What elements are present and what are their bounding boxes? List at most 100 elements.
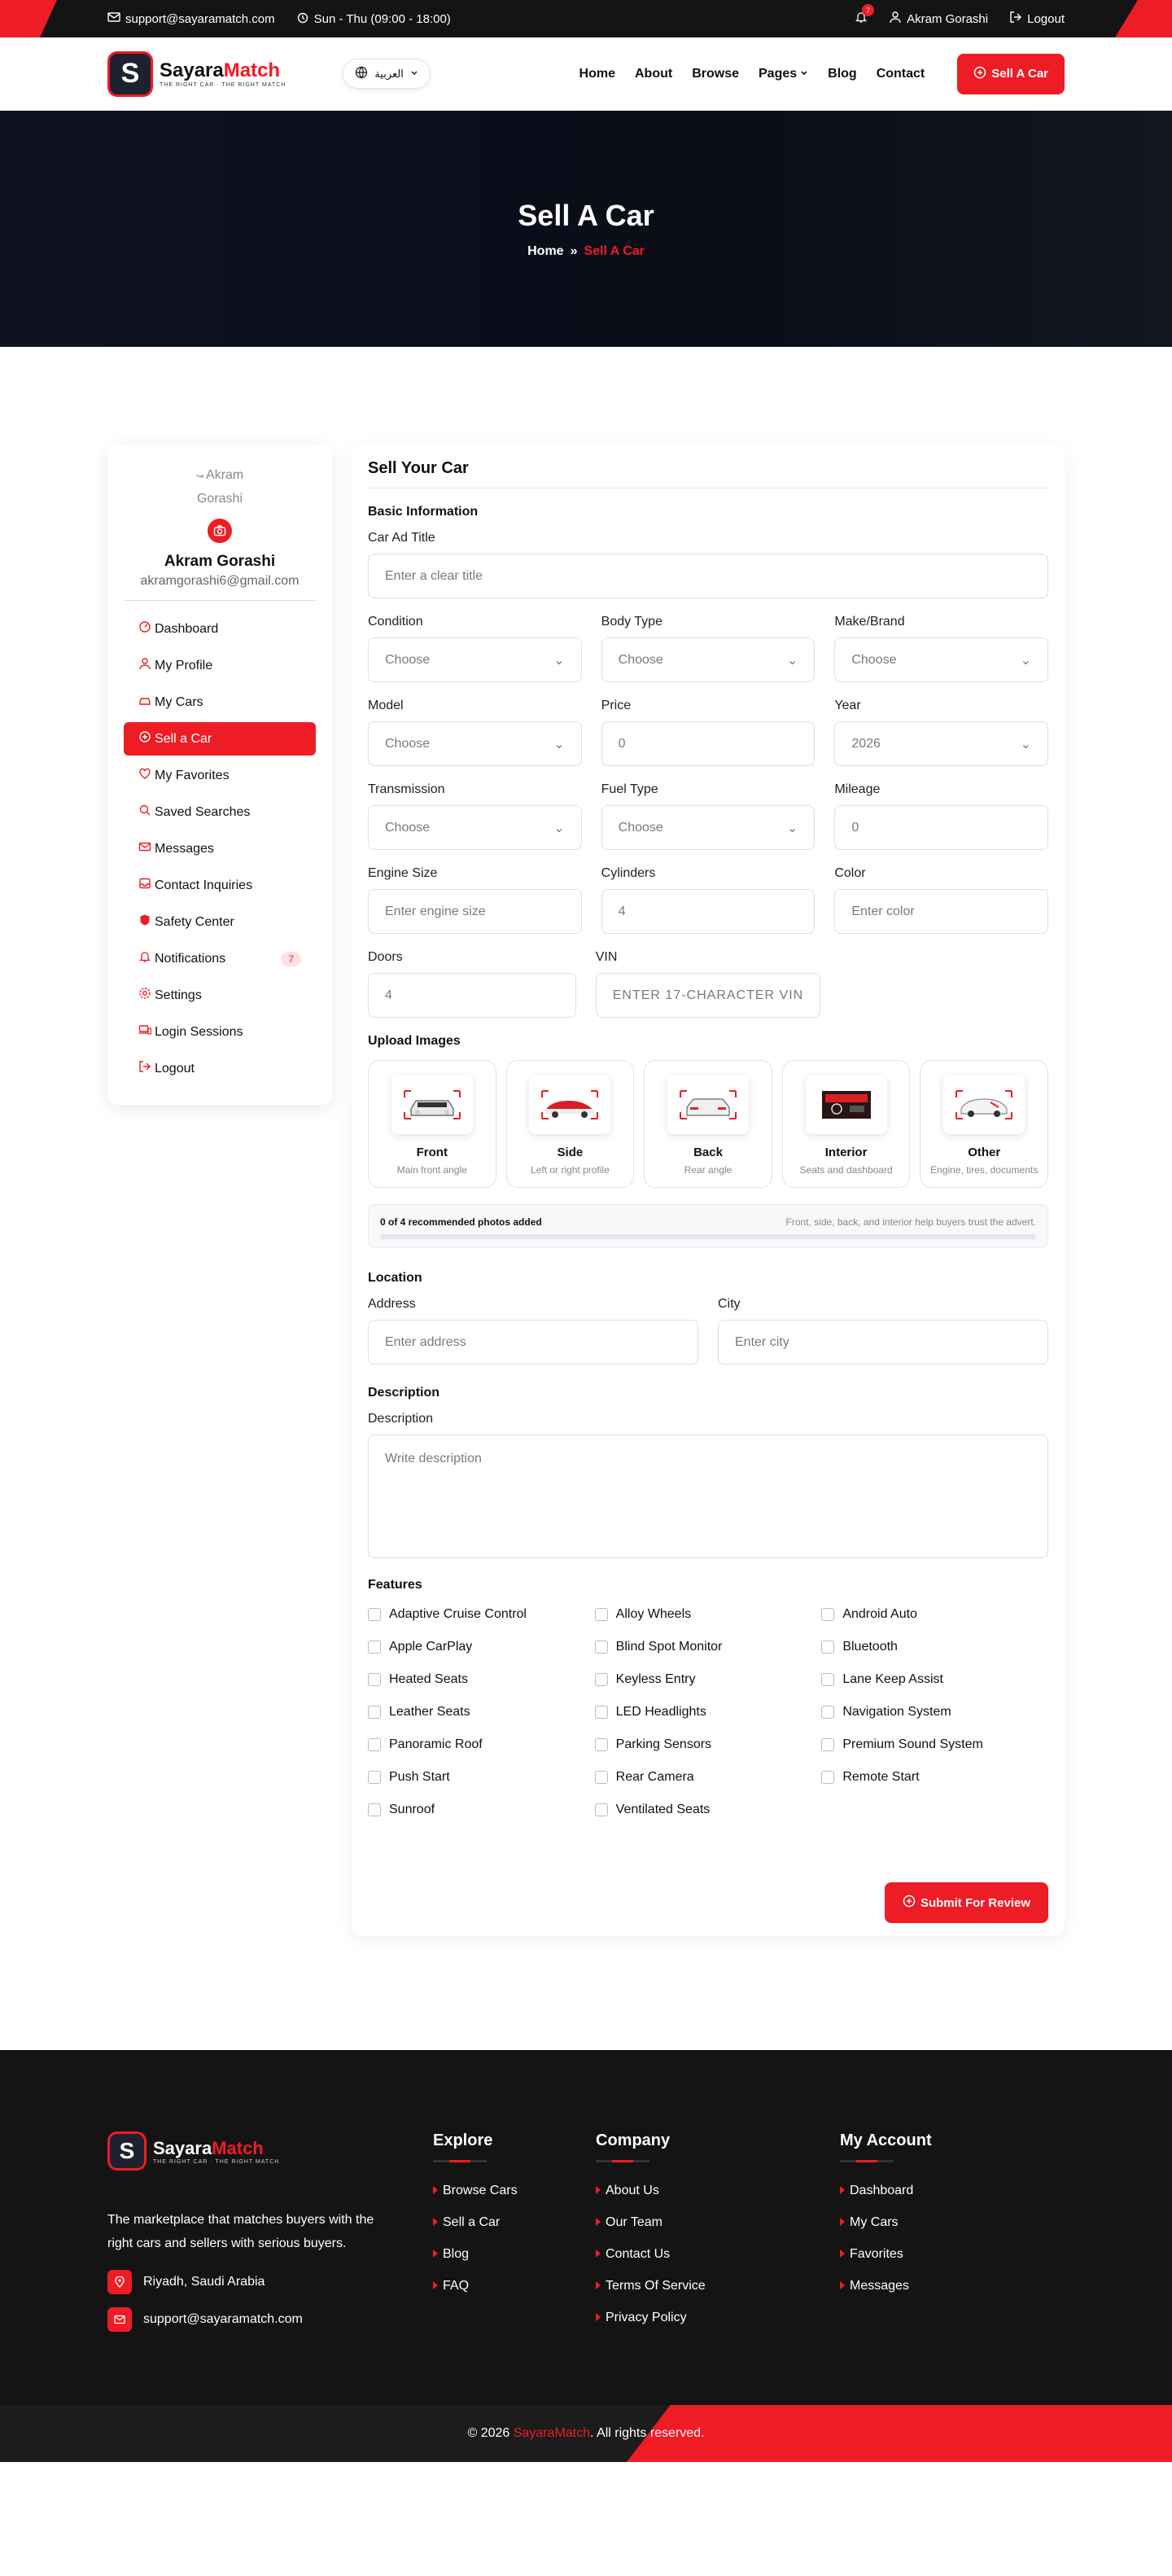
feature-checkbox[interactable] bbox=[368, 1771, 381, 1784]
footer-link[interactable]: Favorites bbox=[840, 2247, 1003, 2262]
vin-input[interactable]: ENTER 17-CHARACTER VIN bbox=[595, 973, 821, 1018]
feature-checkbox[interactable] bbox=[821, 1738, 835, 1751]
feature-checkbox[interactable] bbox=[594, 1706, 608, 1719]
nav-blog[interactable]: Blog bbox=[828, 67, 857, 81]
feature-option[interactable]: Android Auto bbox=[821, 1607, 1048, 1622]
feature-checkbox[interactable] bbox=[368, 1706, 381, 1719]
fuel-type-select[interactable]: Choose ⌄ bbox=[601, 805, 816, 850]
topbar-email[interactable]: support@sayaramatch.com bbox=[107, 11, 275, 27]
feature-option[interactable]: Remote Start bbox=[821, 1770, 1048, 1785]
price-input[interactable]: 0 bbox=[601, 721, 816, 766]
feature-checkbox[interactable] bbox=[594, 1803, 608, 1816]
notification-bell-icon[interactable]: 7 bbox=[855, 4, 875, 27]
sidebar-item-sell-a-car[interactable]: Sell a Car bbox=[124, 722, 316, 756]
footer-email[interactable]: support@sayaramatch.com bbox=[107, 2307, 433, 2332]
feature-checkbox[interactable] bbox=[594, 1673, 608, 1686]
sell-car-button[interactable]: Sell A Car bbox=[957, 53, 1065, 94]
feature-checkbox[interactable] bbox=[368, 1608, 381, 1621]
city-input[interactable]: Enter city bbox=[718, 1320, 1048, 1365]
feature-checkbox[interactable] bbox=[594, 1771, 608, 1784]
year-select[interactable]: 2026 ⌄ bbox=[834, 721, 1048, 766]
feature-option[interactable]: Ventilated Seats bbox=[594, 1803, 822, 1817]
feature-checkbox[interactable] bbox=[821, 1771, 835, 1784]
sidebar-item-messages[interactable]: Messages bbox=[124, 832, 316, 865]
footer-logo[interactable]: S SayaraMatch THE RIGHT CAR · THE RIGHT M… bbox=[107, 2131, 433, 2171]
feature-option[interactable]: Parking Sensors bbox=[594, 1737, 822, 1752]
feature-option[interactable]: Push Start bbox=[368, 1770, 595, 1785]
change-avatar-camera-icon[interactable] bbox=[208, 519, 232, 543]
doors-input[interactable]: 4 bbox=[368, 973, 576, 1018]
language-selector[interactable]: العربية bbox=[343, 59, 431, 89]
feature-checkbox[interactable] bbox=[821, 1673, 835, 1686]
feature-option[interactable]: Apple CarPlay bbox=[368, 1640, 595, 1654]
footer-link[interactable]: Privacy Policy bbox=[596, 2311, 840, 2325]
feature-checkbox[interactable] bbox=[368, 1738, 381, 1751]
footer-link[interactable]: My Cars bbox=[840, 2215, 1003, 2230]
feature-checkbox[interactable] bbox=[821, 1706, 835, 1719]
feature-option[interactable]: Alloy Wheels bbox=[594, 1607, 822, 1622]
footer-link[interactable]: Sell a Car bbox=[433, 2215, 596, 2230]
footer-link[interactable]: Blog bbox=[433, 2247, 596, 2262]
transmission-select[interactable]: Choose ⌄ bbox=[368, 805, 582, 850]
feature-option[interactable]: Premium Sound System bbox=[821, 1737, 1048, 1752]
feature-option[interactable]: Sunroof bbox=[368, 1803, 595, 1817]
ad-title-input[interactable]: Enter a clear title bbox=[368, 554, 1048, 598]
sidebar-item-settings[interactable]: Settings bbox=[124, 979, 316, 1012]
breadcrumb-home[interactable]: Home bbox=[527, 244, 563, 259]
feature-option[interactable]: Navigation System bbox=[821, 1705, 1048, 1720]
feature-option[interactable]: LED Headlights bbox=[594, 1705, 822, 1720]
feature-option[interactable]: Blind Spot Monitor bbox=[594, 1640, 822, 1654]
upload-card-side[interactable]: Side Left or right profile bbox=[505, 1060, 635, 1188]
upload-card-back[interactable]: Back Rear angle bbox=[644, 1060, 772, 1188]
body-type-select[interactable]: Choose ⌄ bbox=[601, 637, 816, 682]
nav-pages[interactable]: Pages bbox=[759, 67, 808, 81]
feature-checkbox[interactable] bbox=[368, 1673, 381, 1686]
feature-option[interactable]: Rear Camera bbox=[594, 1770, 822, 1785]
sidebar-item-saved-searches[interactable]: Saved Searches bbox=[124, 795, 316, 829]
feature-checkbox[interactable] bbox=[594, 1641, 608, 1654]
sidebar-item-contact-inquiries[interactable]: Contact Inquiries bbox=[124, 869, 316, 902]
description-textarea[interactable]: Write description bbox=[368, 1435, 1048, 1558]
feature-checkbox[interactable] bbox=[821, 1641, 835, 1654]
feature-option[interactable]: Bluetooth bbox=[821, 1640, 1048, 1654]
model-select[interactable]: Choose ⌄ bbox=[368, 721, 582, 766]
sidebar-item-safety-center[interactable]: Safety Center bbox=[124, 905, 316, 939]
make-select[interactable]: Choose ⌄ bbox=[834, 637, 1048, 682]
feature-checkbox[interactable] bbox=[368, 1803, 381, 1816]
upload-card-front[interactable]: Front Main front angle bbox=[368, 1060, 496, 1188]
sidebar-item-my-favorites[interactable]: My Favorites bbox=[124, 759, 316, 792]
cylinders-input[interactable]: 4 bbox=[601, 889, 816, 934]
footer-link[interactable]: Browse Cars bbox=[433, 2184, 596, 2198]
feature-checkbox[interactable] bbox=[821, 1608, 835, 1621]
logo[interactable]: S SayaraMatch THE RIGHT CAR · THE RIGHT … bbox=[107, 50, 286, 97]
footer-link[interactable]: About Us bbox=[596, 2184, 840, 2198]
footer-link[interactable]: FAQ bbox=[433, 2279, 596, 2293]
footer-link[interactable]: Messages bbox=[840, 2279, 1003, 2293]
feature-checkbox[interactable] bbox=[594, 1608, 608, 1621]
footer-link[interactable]: Terms Of Service bbox=[596, 2279, 840, 2293]
feature-checkbox[interactable] bbox=[594, 1738, 608, 1751]
feature-option[interactable]: Heated Seats bbox=[368, 1672, 595, 1687]
nav-browse[interactable]: Browse bbox=[692, 67, 739, 81]
sidebar-item-logout[interactable]: Logout bbox=[124, 1052, 316, 1085]
engine-size-input[interactable]: Enter engine size bbox=[368, 889, 582, 934]
sidebar-item-notifications[interactable]: Notifications 7 bbox=[124, 942, 316, 975]
footer-link[interactable]: Contact Us bbox=[596, 2247, 840, 2262]
address-input[interactable]: Enter address bbox=[368, 1320, 698, 1365]
sidebar-item-dashboard[interactable]: Dashboard bbox=[124, 612, 316, 646]
feature-option[interactable]: Adaptive Cruise Control bbox=[368, 1607, 595, 1622]
condition-select[interactable]: Choose ⌄ bbox=[368, 637, 582, 682]
footer-link[interactable]: Dashboard bbox=[840, 2184, 1003, 2198]
feature-option[interactable]: Leather Seats bbox=[368, 1705, 595, 1720]
footer-link[interactable]: Our Team bbox=[596, 2215, 840, 2230]
feature-option[interactable]: Panoramic Roof bbox=[368, 1737, 595, 1752]
nav-contact[interactable]: Contact bbox=[877, 67, 925, 81]
feature-option[interactable]: Keyless Entry bbox=[594, 1672, 822, 1687]
sidebar-item-login-sessions[interactable]: Login Sessions bbox=[124, 1015, 316, 1049]
mileage-input[interactable]: 0 bbox=[834, 805, 1048, 850]
feature-checkbox[interactable] bbox=[368, 1641, 381, 1654]
topbar-user[interactable]: Akram Gorashi bbox=[889, 11, 988, 27]
sidebar-item-my-profile[interactable]: My Profile bbox=[124, 649, 316, 682]
color-input[interactable]: Enter color bbox=[834, 889, 1048, 934]
nav-home[interactable]: Home bbox=[579, 67, 615, 81]
